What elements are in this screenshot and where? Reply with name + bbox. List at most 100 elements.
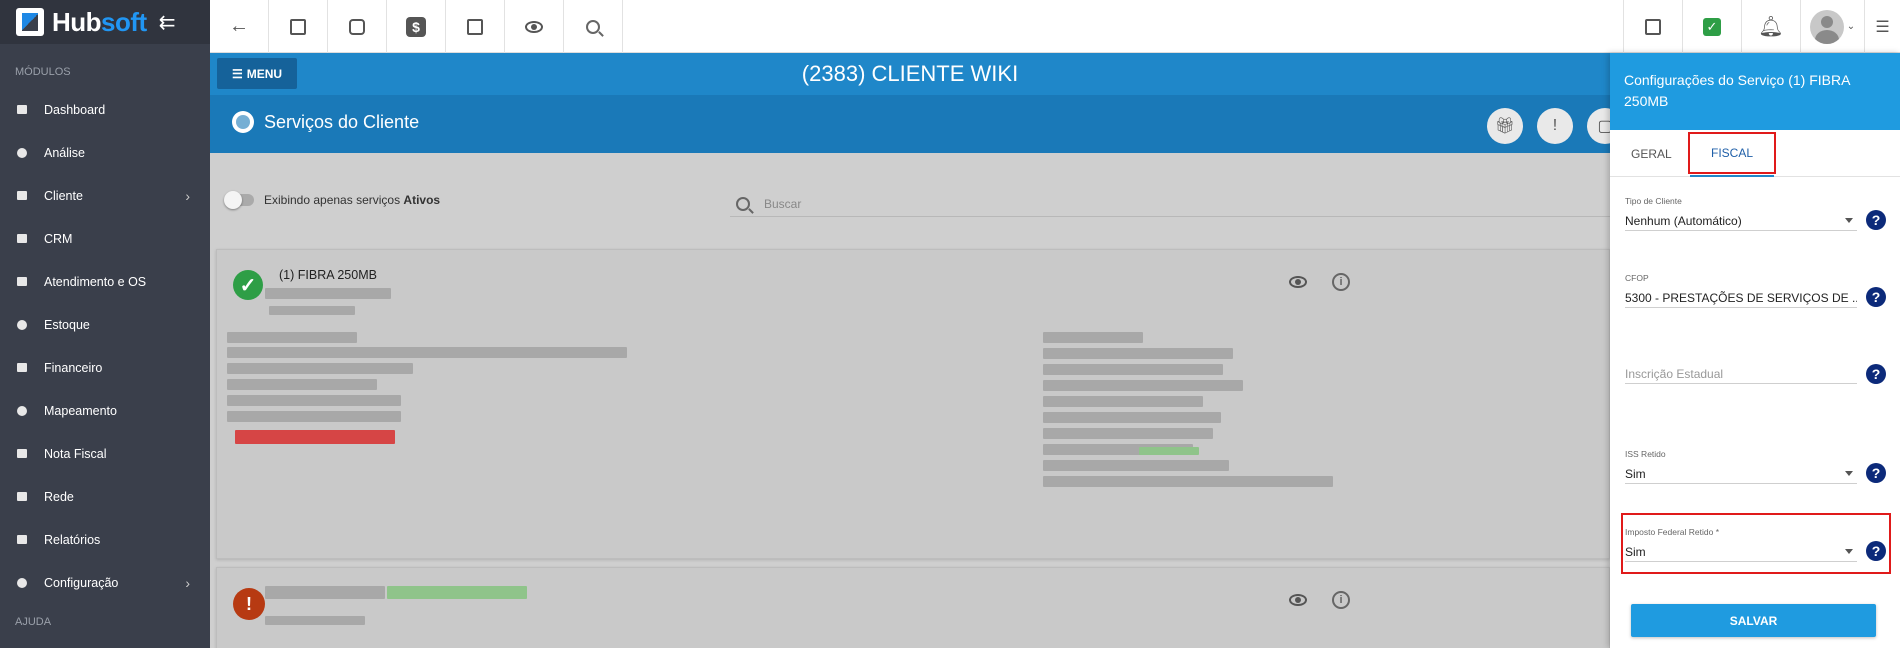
active-filter-toggle-row: Exibindo apenas serviços Ativos [224,191,440,209]
service-card[interactable]: ! i [216,567,1610,648]
gift-icon: 🎁︎ [1494,118,1516,135]
section-label-modules: MÓDULOS [15,66,71,78]
back-button[interactable]: ← [210,0,269,53]
info-icon: i [1332,591,1350,609]
redacted-status-text [1139,447,1199,455]
search-input[interactable]: Buscar [764,197,801,211]
search-button[interactable] [564,0,623,53]
services-title: Serviços do Cliente [232,111,419,133]
inscricao-estadual-field[interactable]: Inscrição Estadual [1625,364,1857,384]
redacted-text [1043,348,1233,359]
alert-message-icon: ! [1552,117,1558,134]
redacted-text [227,411,401,422]
redacted-text [265,288,391,299]
sidebar-item-nota-fiscal[interactable]: Nota Fiscal [0,432,210,475]
tab-geral[interactable]: GERAL [1631,130,1672,177]
money-icon [16,362,28,374]
services-content: Exibindo apenas serviços Ativos Buscar ✓… [210,153,1610,648]
view-button[interactable] [505,0,564,53]
redacted-text [1043,428,1213,439]
gift-button[interactable]: 🎁︎ [1487,108,1523,144]
eye-icon [525,20,543,33]
logo-text: Hubsoft [52,6,147,37]
sidebar-item-analise[interactable]: Análise [0,131,210,174]
redacted-text [1043,412,1221,423]
dashboard-icon [16,104,28,116]
sidebar-item-relatorios[interactable]: Relatórios [0,518,210,561]
panel-tabs: GERAL FISCAL [1610,130,1900,177]
alert-message-button[interactable]: ! [1537,108,1573,144]
iss-retido-select[interactable]: ISS Retido Sim [1625,449,1857,484]
eye-icon [1289,594,1307,606]
help-icon[interactable]: ? [1866,210,1886,230]
help-icon[interactable]: ? [1866,287,1886,307]
help-icon[interactable]: ? [1866,364,1886,384]
terminal-button[interactable] [446,0,505,53]
check-circle-icon: ✓ [233,270,263,300]
sidebar-item-estoque[interactable]: Estoque [0,303,210,346]
service-settings-panel: Configurações do Serviço (1) FIBRA 250MB… [1610,53,1900,648]
client-profile-button[interactable] [269,0,328,53]
chevron-right-icon: › [185,574,190,591]
pdf-button[interactable] [1623,0,1682,53]
collapse-sidebar-icon[interactable]: ⇇ [159,10,176,35]
section-label-help: AJUDA [15,616,52,628]
tipo-cliente-select[interactable]: Tipo de Cliente Nenhum (Automático) [1625,196,1857,231]
redacted-text [227,347,627,358]
save-button[interactable]: SALVAR [1631,604,1876,637]
globe-icon [232,111,254,133]
client-header-top: ☰ MENU (2383) CLIENTE WIKI [210,53,1610,95]
search-icon [736,196,750,211]
redacted-text [265,586,385,599]
user-menu-button[interactable]: ⌄ [1800,0,1864,53]
sidebar-item-financeiro[interactable]: Financeiro [0,346,210,389]
client-header: ☰ MENU (2383) CLIENTE WIKI Serviços do Cl… [210,53,1623,153]
pdf-file-icon [1645,18,1661,35]
view-service-button[interactable] [1288,590,1308,610]
crm-icon [16,233,28,245]
finance-button[interactable]: $ [387,0,446,53]
sidebar-item-atendimento[interactable]: Atendimento e OS [0,260,210,303]
redacted-text [1043,364,1223,375]
sidebar-item-mapeamento[interactable]: Mapeamento [0,389,210,432]
terminal-icon [467,18,483,35]
service-info-button[interactable]: i [1331,272,1351,292]
redacted-alert-text [235,430,395,444]
sidebar-item-dashboard[interactable]: Dashboard [0,88,210,131]
cfop-select[interactable]: CFOP 5300 - PRESTAÇÕES DE SERVIÇOS DE ..… [1625,273,1857,308]
redacted-text [1043,476,1333,487]
service-search: Buscar [730,191,1610,217]
search-icon [586,19,600,34]
list-menu-button[interactable]: ☰ [1864,0,1900,53]
tab-fiscal[interactable]: FISCAL [1688,132,1776,177]
sidebar-item-rede[interactable]: Rede [0,475,210,518]
schedule-button[interactable] [328,0,387,53]
panel-title: Configurações do Serviço (1) FIBRA 250MB [1610,53,1900,130]
service-info-button[interactable]: i [1331,590,1351,610]
info-icon: i [1332,273,1350,291]
sidebar-item-configuracao[interactable]: Configuração › [0,561,210,604]
help-icon[interactable]: ? [1866,463,1886,483]
redacted-text [227,363,413,374]
redacted-text [227,395,401,406]
redacted-text [1043,460,1229,471]
service-card[interactable]: ✓ (1) FIBRA 250MB i [216,249,1610,559]
calendar-clock-icon [16,276,28,288]
bell-icon: 🔔︎ [1758,16,1784,38]
redacted-text [1043,332,1143,343]
sidebar-item-cliente[interactable]: Cliente › [0,174,210,217]
active-only-toggle[interactable] [224,191,254,209]
tasks-button[interactable]: ✓ [1682,0,1741,53]
sidebar-item-crm[interactable]: CRM [0,217,210,260]
help-icon[interactable]: ? [1866,541,1886,561]
view-service-button[interactable] [1288,272,1308,292]
cube-icon [16,319,28,331]
sidebar: Hubsoft ⇇ MÓDULOS Dashboard Análise Clie… [0,0,210,648]
check-square-icon: ✓ [1703,17,1721,36]
warning-icon: ! [233,588,265,620]
imposto-federal-retido-select[interactable]: Imposto Federal Retido * Sim [1625,527,1857,562]
arrow-left-icon: ← [229,15,249,37]
notifications-button[interactable]: 🔔︎ [1741,0,1800,53]
client-title: (2383) CLIENTE WIKI [801,61,1019,86]
caret-down-icon [1845,471,1853,476]
